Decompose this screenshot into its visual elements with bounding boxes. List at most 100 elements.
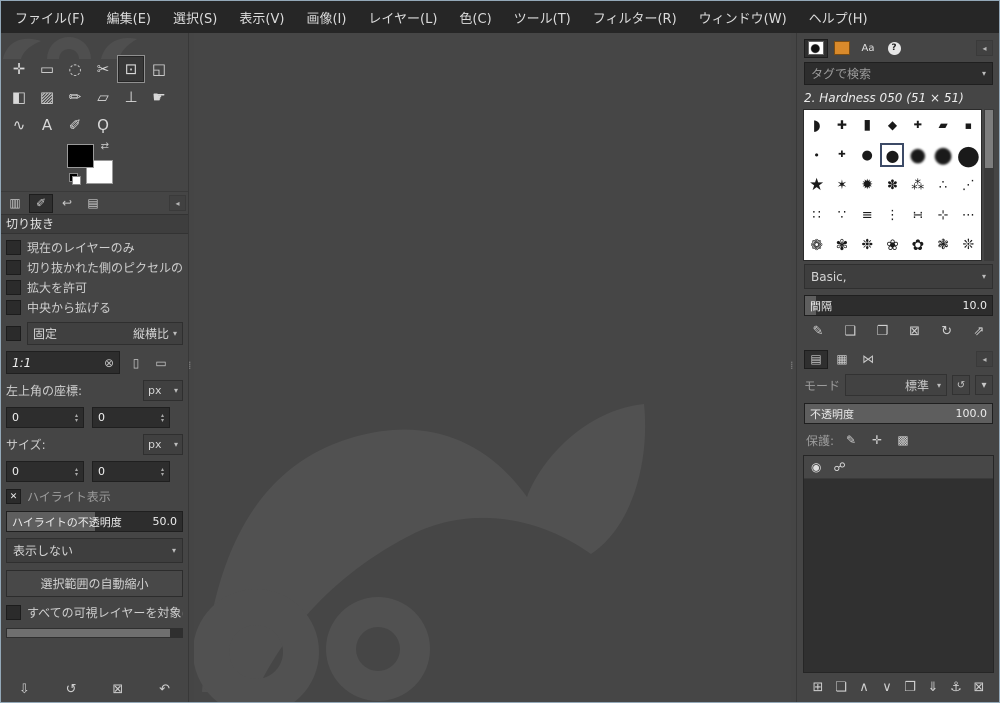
dock-menu-button[interactable]: ◂ <box>976 351 993 367</box>
brush-item[interactable]: ● <box>931 143 955 168</box>
delete-layer-button[interactable]: ⊠ <box>968 678 990 698</box>
brush-item[interactable]: ✚ <box>906 113 930 137</box>
tab-brushes[interactable] <box>804 38 828 58</box>
spinner-arrows-icon[interactable]: ▴ ▾ <box>71 408 82 427</box>
spacing-slider[interactable]: 間隔 10.0 <box>804 295 993 316</box>
tool-eraser-button[interactable]: ▱ <box>89 83 117 111</box>
delete-brush-button[interactable]: ⊠ <box>904 322 926 342</box>
tool-bucket-fill-button[interactable]: ◧ <box>5 83 33 111</box>
tool-clone-button[interactable]: ⊥ <box>117 83 145 111</box>
brush-item[interactable]: ▰ <box>931 113 955 137</box>
menu-colors[interactable]: 色(C) <box>449 3 501 32</box>
fixed-checkbox[interactable] <box>6 326 21 341</box>
merge-down-button[interactable]: ⇓ <box>922 678 944 698</box>
tab-undo-history[interactable]: ↩ <box>55 194 79 213</box>
duplicate-brush-button[interactable]: ❐ <box>871 322 893 342</box>
aspect-ratio-input[interactable]: 1:1 ⊗ <box>6 351 120 374</box>
canvas[interactable] <box>194 33 791 702</box>
new-layer-button[interactable]: ⊞ <box>807 678 829 698</box>
highlight-opacity-slider[interactable]: ハイライトの不透明度 50.0 <box>6 511 183 532</box>
menu-select[interactable]: 選択(S) <box>163 3 227 32</box>
size-width-input[interactable]: 0 ▴ ▾ <box>6 461 84 482</box>
menu-file[interactable]: ファイル(F) <box>5 3 95 32</box>
link-chain-icon[interactable]: ☍ <box>833 460 845 474</box>
menu-tools[interactable]: ツール(T) <box>504 3 581 32</box>
brush-item[interactable]: ∷ <box>805 203 829 227</box>
brush-item[interactable]: ✽ <box>880 173 904 197</box>
brush-item[interactable]: ≡ <box>855 203 879 227</box>
brush-item[interactable]: ∺ <box>906 203 930 227</box>
brush-item[interactable]: ▪ <box>956 113 980 137</box>
layer-mode-dropdown[interactable]: 標準 ▾ <box>845 374 947 396</box>
aspect-ratio-dropdown[interactable]: 固定 縦横比 ▾ <box>27 322 183 345</box>
brush-item[interactable]: ● <box>906 143 930 167</box>
highlight-checkbox[interactable]: ✕ <box>6 489 21 504</box>
layer-opacity-slider[interactable]: 不透明度 100.0 <box>804 403 993 424</box>
brush-item[interactable]: ● <box>880 143 905 167</box>
brush-item[interactable]: ✶ <box>830 173 854 197</box>
horizontal-scrollbar[interactable] <box>6 628 183 638</box>
brush-item[interactable]: ⋯ <box>956 203 980 227</box>
restore-tool-preset-button[interactable]: ↺ <box>60 679 82 699</box>
brush-item[interactable]: ● <box>956 140 981 171</box>
tab-layers[interactable]: ▤ <box>804 349 828 369</box>
tab-paths[interactable]: ⋈ <box>856 350 880 369</box>
tab-images[interactable]: ▤ <box>81 194 105 213</box>
brush-item[interactable]: ✚ <box>830 113 854 137</box>
lock-alpha-button[interactable]: ▩ <box>895 430 911 450</box>
clear-icon[interactable]: ⊗ <box>104 356 114 370</box>
lock-position-button[interactable]: ✛ <box>869 430 885 450</box>
brush-item[interactable]: ∴ <box>931 173 955 197</box>
menu-view[interactable]: 表示(V) <box>229 3 294 32</box>
position-unit-dropdown[interactable]: px ▾ <box>143 380 183 401</box>
guides-dropdown[interactable]: 表示しない ▾ <box>6 538 183 563</box>
size-height-input[interactable]: 0 ▴ ▾ <box>92 461 170 482</box>
tool-rectangle-select-button[interactable]: ▭ <box>33 55 61 83</box>
new-group-button[interactable]: ❏ <box>830 678 852 698</box>
anchor-layer-button[interactable]: ⚓ <box>945 678 967 698</box>
tab-help[interactable]: ? <box>882 39 906 58</box>
tab-patterns[interactable] <box>830 39 854 58</box>
brush-item[interactable]: ▮ <box>855 113 879 137</box>
allow-growing-checkbox[interactable] <box>6 280 21 295</box>
edit-brush-button[interactable]: ✎ <box>807 322 829 342</box>
current-layer-only-checkbox[interactable] <box>6 240 21 255</box>
portrait-button[interactable]: ▯ <box>127 353 145 373</box>
duplicate-layer-button[interactable]: ❐ <box>899 678 921 698</box>
spinner-arrows-icon[interactable]: ▴ ▾ <box>157 408 168 427</box>
brush-item[interactable]: ● <box>855 143 879 167</box>
brush-group-dropdown[interactable]: Basic, ▾ <box>804 264 993 289</box>
menu-image[interactable]: 画像(I) <box>296 3 356 32</box>
tool-text-button[interactable]: A <box>33 111 61 139</box>
brush-item[interactable]: ✿ <box>906 233 930 257</box>
brush-item[interactable]: ⁂ <box>906 173 930 197</box>
visibility-eye-icon[interactable]: ◉ <box>811 460 821 474</box>
tool-pencil-button[interactable]: ✏ <box>61 83 89 111</box>
menu-windows[interactable]: ウィンドウ(W) <box>689 3 797 32</box>
position-y-input[interactable]: 0 ▴ ▾ <box>92 407 170 428</box>
size-unit-dropdown[interactable]: px ▾ <box>143 434 183 455</box>
reset-tool-options-button[interactable]: ↶ <box>154 679 176 699</box>
tool-scissors-select-button[interactable]: ✂ <box>89 55 117 83</box>
tag-search-dropdown[interactable]: タグで検索 ▾ <box>804 62 993 85</box>
tool-zoom-button[interactable]: Ϙ <box>89 111 117 139</box>
menu-help[interactable]: ヘルプ(H) <box>799 3 878 32</box>
menu-edit[interactable]: 編集(E) <box>97 3 161 32</box>
mode-switch-button[interactable]: ↺ <box>952 375 970 395</box>
swap-colors-icon[interactable]: ⇄ <box>101 141 109 152</box>
brush-item[interactable]: ⋰ <box>956 173 980 197</box>
tab-device-status[interactable]: ▥ <box>3 194 27 213</box>
brush-item[interactable]: • <box>805 143 829 167</box>
lock-paint-button[interactable]: ✎ <box>843 430 859 450</box>
delete-tool-preset-button[interactable]: ⊠ <box>107 679 129 699</box>
landscape-button[interactable]: ▭ <box>152 353 170 373</box>
menu-layer[interactable]: レイヤー(L) <box>358 3 447 32</box>
dock-menu-button[interactable]: ◂ <box>169 195 186 211</box>
tab-fonts[interactable]: Aa <box>856 39 880 58</box>
brush-item[interactable]: ★ <box>805 173 829 197</box>
tool-free-select-button[interactable]: ◌ <box>61 55 89 83</box>
tool-move-button[interactable]: ✛ <box>5 55 33 83</box>
tool-transform-button[interactable]: ◱ <box>145 55 173 83</box>
new-brush-button[interactable]: ❑ <box>839 322 861 342</box>
tab-tool-options[interactable]: ✐ <box>29 193 53 213</box>
